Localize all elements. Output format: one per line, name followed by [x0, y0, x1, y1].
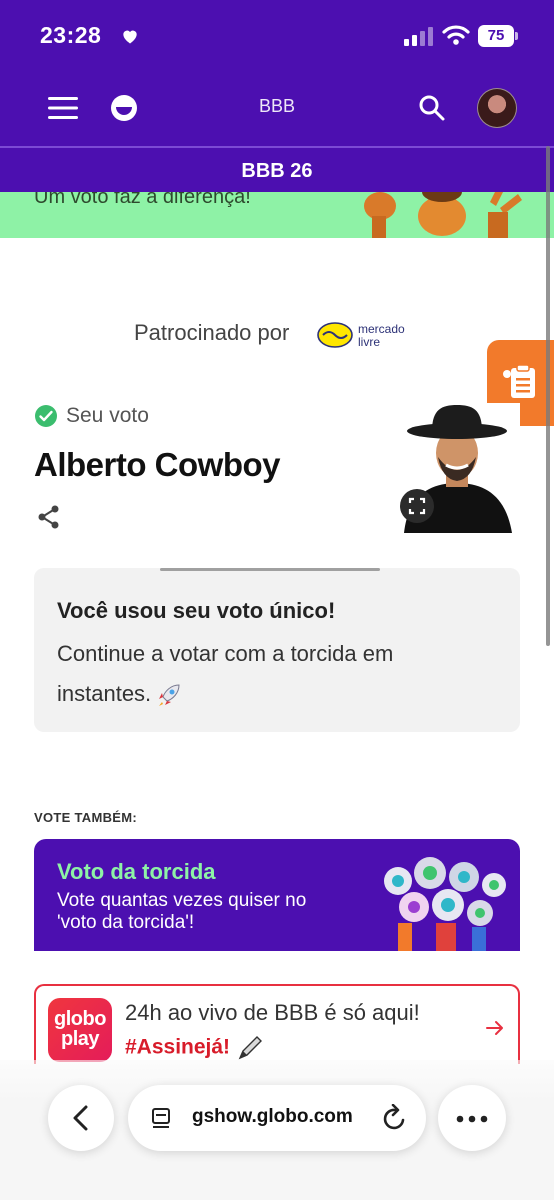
promo-illustration: [364, 192, 522, 238]
arrow-right-icon[interactable]: [485, 1018, 505, 1038]
back-icon: [73, 1105, 88, 1131]
section-nav: BBB 26: [0, 146, 554, 192]
reload-icon[interactable]: [382, 1104, 408, 1132]
url-text[interactable]: gshow.globo.com: [192, 1106, 353, 1128]
scrollbar[interactable]: [546, 146, 550, 646]
confirmation-body: Continue a votar com a torcida em instan…: [57, 634, 487, 714]
clipboard-icon: [503, 364, 535, 398]
battery-tip: [515, 32, 518, 40]
torcida-title: Voto da torcida: [57, 859, 216, 884]
globoplay-logo-line1: globo: [54, 1008, 106, 1030]
globoplay-cta-text: #Assinejá!: [125, 1035, 231, 1059]
torcida-illustration: [384, 857, 506, 951]
rocket-icon: [159, 684, 180, 707]
expand-icon[interactable]: [400, 489, 434, 523]
globoplay-logo-line2: play: [60, 1028, 100, 1050]
more-options-button[interactable]: [438, 1085, 506, 1151]
confirmation-text: Continue a votar com a torcida em instan…: [57, 641, 394, 706]
status-time: 23:28: [40, 22, 102, 48]
card-handle: [160, 568, 380, 571]
globoplay-logo: globo play: [48, 998, 112, 1062]
voto-torcida-card[interactable]: Voto da torcida Vote quantas vezes quise…: [34, 839, 520, 951]
also-vote-heading: VOTE TAMBÉM:: [34, 810, 138, 825]
sponsor-row: Patrocinado por mercado livre: [0, 318, 554, 350]
promo-text: Um voto faz a diferença!: [34, 192, 251, 208]
svg-text:livre: livre: [358, 335, 380, 349]
app-header: BBB: [0, 72, 554, 146]
heart-icon: [123, 30, 137, 44]
header-title: BBB: [258, 96, 296, 116]
search-icon[interactable]: [418, 94, 446, 122]
sponsor-label: Patrocinado por: [134, 320, 290, 345]
vote-status-label: Seu voto: [66, 404, 149, 427]
more-icon: [456, 1115, 488, 1123]
vote-confirmation-card: Você usou seu voto único! Continue a vot…: [34, 568, 520, 732]
globoplay-card[interactable]: globo play 24h ao vivo de BBB é só aqui!…: [34, 984, 520, 1064]
section-title[interactable]: BBB 26: [0, 160, 554, 183]
back-button[interactable]: [48, 1085, 114, 1151]
battery-indicator: 75: [478, 25, 514, 47]
svg-text:mercado: mercado: [358, 322, 405, 336]
check-circle-icon: [35, 405, 57, 427]
wifi-icon: [442, 25, 470, 45]
pen-icon: [238, 1036, 263, 1060]
globoplay-cta: #Assinejá!: [125, 1034, 264, 1062]
tabs-icon[interactable]: [150, 1107, 174, 1131]
promo-banner[interactable]: Um voto faz a diferença!: [0, 192, 554, 238]
share-icon[interactable]: [36, 504, 62, 530]
signal-icon: [404, 27, 433, 46]
address-bar[interactable]: gshow.globo.com: [128, 1085, 426, 1151]
torcida-description: Vote quantas vezes quiser no 'voto da to…: [57, 890, 307, 933]
mercado-livre-logo[interactable]: mercado livre: [316, 318, 420, 352]
confirmation-title: Você usou seu voto único!: [57, 598, 336, 623]
avatar[interactable]: [477, 88, 517, 128]
globoplay-headline: 24h ao vivo de BBB é só aqui!: [125, 1000, 420, 1025]
candidate-name: Alberto Cowboy: [34, 446, 281, 483]
status-bar: 23:28 75: [0, 0, 554, 72]
